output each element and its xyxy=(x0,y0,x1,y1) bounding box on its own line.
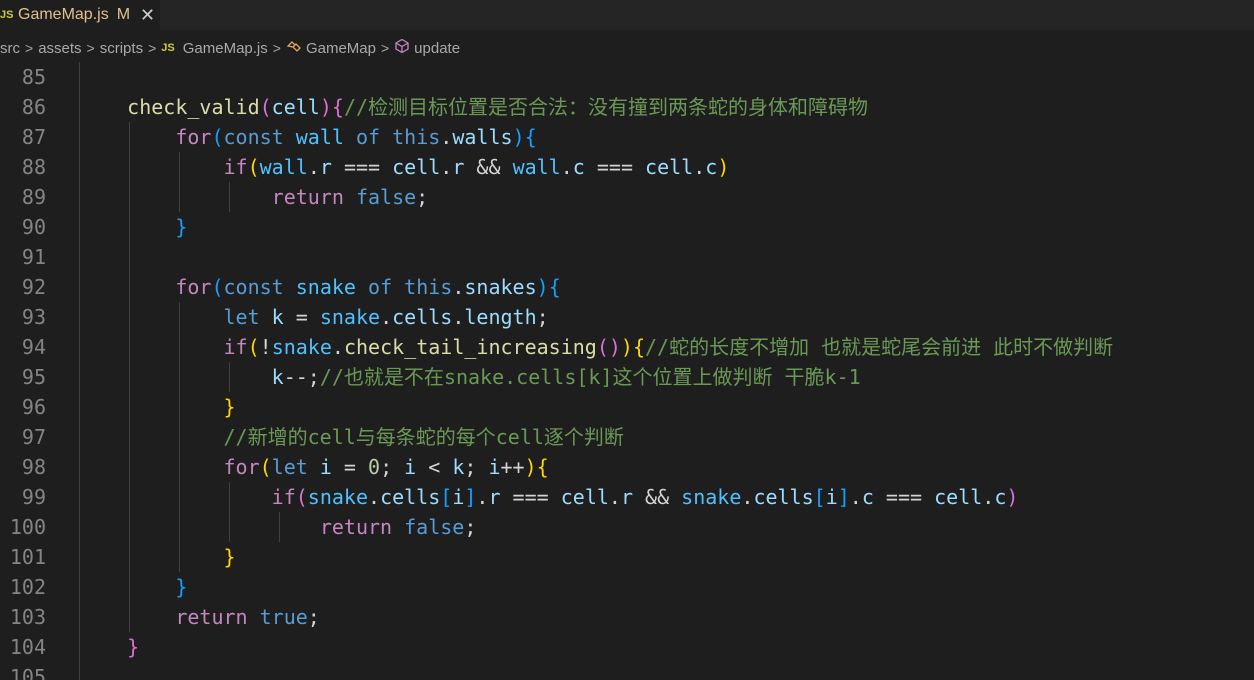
chevron-right-icon: > xyxy=(86,40,95,56)
breadcrumb-class[interactable]: GameMap xyxy=(306,40,376,57)
code-line[interactable]: 102 } xyxy=(0,572,1254,602)
code-editor[interactable]: 85 86 check_valid(cell){//检测目标位置是否合法：没有撞到… xyxy=(0,62,1254,680)
code-line[interactable]: 98 for(let i = 0; i < k; i++){ xyxy=(0,452,1254,482)
code-line[interactable]: 105 xyxy=(0,662,1254,680)
tab-bar: JS GameMap.js M ✕ xyxy=(0,0,1254,30)
code-text: check_valid(cell){//检测目标位置是否合法：没有撞到两条蛇的身… xyxy=(127,95,869,119)
tab-label: GameMap.js xyxy=(18,6,109,23)
line-number: 100 xyxy=(9,515,46,539)
method-icon xyxy=(394,38,410,58)
code-line[interactable]: 91 xyxy=(0,242,1254,272)
line-number: 85 xyxy=(21,65,46,89)
chevron-right-icon: > xyxy=(148,40,157,56)
code-line[interactable]: 93 let k = snake.cells.length; xyxy=(0,302,1254,332)
js-file-icon: JS xyxy=(161,42,175,54)
line-number: 104 xyxy=(9,635,46,659)
breadcrumb-method[interactable]: update xyxy=(414,40,460,57)
line-number: 86 xyxy=(21,95,46,119)
code-line[interactable]: 92 for(const snake of this.snakes){ xyxy=(0,272,1254,302)
code-text: } xyxy=(175,215,188,239)
close-icon[interactable]: ✕ xyxy=(140,5,155,26)
code-text: for(let i = 0; i < k; i++){ xyxy=(223,455,549,479)
breadcrumb-assets[interactable]: assets xyxy=(38,40,81,57)
code-text: } xyxy=(127,635,140,659)
line-number: 89 xyxy=(21,185,46,209)
code-text: if(wall.r === cell.r && wall.c === cell.… xyxy=(223,155,730,179)
code-line[interactable]: 101 } xyxy=(0,542,1254,572)
breadcrumb-scripts[interactable]: scripts xyxy=(100,40,143,57)
code-text: return false; xyxy=(319,515,477,539)
code-line[interactable]: 96 } xyxy=(0,392,1254,422)
tab-gamemap-js[interactable]: JS GameMap.js M ✕ xyxy=(0,0,160,30)
code-line[interactable]: 100 return false; xyxy=(0,512,1254,542)
indent-guide xyxy=(229,182,230,212)
line-number: 102 xyxy=(9,575,46,599)
code-line[interactable]: 99 if(snake.cells[i].r === cell.r && sna… xyxy=(0,482,1254,512)
line-number: 99 xyxy=(21,485,46,509)
code-text: let k = snake.cells.length; xyxy=(223,305,549,329)
line-number: 95 xyxy=(21,365,46,389)
code-text: //新增的cell与每条蛇的每个cell逐个判断 xyxy=(223,425,624,449)
line-number: 90 xyxy=(21,215,46,239)
code-text: if(snake.cells[i].r === cell.r && snake.… xyxy=(271,485,1019,509)
line-number: 94 xyxy=(21,335,46,359)
indent-guide xyxy=(229,482,230,542)
modified-indicator: M xyxy=(116,6,131,23)
code-line[interactable]: 97 //新增的cell与每条蛇的每个cell逐个判断 xyxy=(0,422,1254,452)
code-line[interactable]: 90 } xyxy=(0,212,1254,242)
line-number: 88 xyxy=(21,155,46,179)
code-line[interactable]: 94 if(!snake.check_tail_increasing()){//… xyxy=(0,332,1254,362)
chevron-right-icon: > xyxy=(272,40,281,56)
code-line[interactable]: 104 } xyxy=(0,632,1254,662)
indent-guide xyxy=(179,302,180,572)
line-number: 92 xyxy=(21,275,46,299)
code-text: return false; xyxy=(271,185,429,209)
indent-guide xyxy=(79,62,80,680)
code-text: for(const wall of this.walls){ xyxy=(175,125,537,149)
line-number: 98 xyxy=(21,455,46,479)
line-number: 103 xyxy=(9,605,46,629)
code-text: return true; xyxy=(175,605,320,629)
indent-guide xyxy=(179,152,180,212)
code-line[interactable]: 88 if(wall.r === cell.r && wall.c === ce… xyxy=(0,152,1254,182)
code-line[interactable]: 89 return false; xyxy=(0,182,1254,212)
line-number: 97 xyxy=(21,425,46,449)
indent-guide xyxy=(229,362,230,392)
chevron-right-icon: > xyxy=(380,40,390,56)
indent-guide xyxy=(279,512,280,542)
chevron-right-icon: > xyxy=(25,40,34,56)
js-file-icon: JS xyxy=(0,9,14,21)
code-line[interactable]: 85 xyxy=(0,62,1254,92)
code-line[interactable]: 86 check_valid(cell){//检测目标位置是否合法：没有撞到两条… xyxy=(0,92,1254,122)
class-icon xyxy=(286,39,302,57)
indent-guide xyxy=(129,122,130,632)
breadcrumb-file[interactable]: GameMap.js xyxy=(183,40,268,57)
breadcrumb: src > assets > scripts > JS GameMap.js >… xyxy=(0,34,460,62)
line-number: 101 xyxy=(9,545,46,569)
code-text: for(const snake of this.snakes){ xyxy=(175,275,561,299)
code-text: if(!snake.check_tail_increasing()){//蛇的长… xyxy=(223,335,1114,359)
line-number: 96 xyxy=(21,395,46,419)
line-number: 105 xyxy=(9,665,46,680)
code-text: } xyxy=(175,575,188,599)
code-text: k--;//也就是不在snake.cells[k]这个位置上做判断 干脆k-1 xyxy=(271,365,861,389)
line-number: 93 xyxy=(21,305,46,329)
line-number: 91 xyxy=(21,245,46,269)
code-text: } xyxy=(223,395,236,419)
code-text: } xyxy=(223,545,236,569)
code-line[interactable]: 95 k--;//也就是不在snake.cells[k]这个位置上做判断 干脆k… xyxy=(0,362,1254,392)
code-line[interactable]: 103 return true; xyxy=(0,602,1254,632)
line-number: 87 xyxy=(21,125,46,149)
breadcrumb-src[interactable]: src xyxy=(0,40,20,57)
code-line[interactable]: 87 for(const wall of this.walls){ xyxy=(0,122,1254,152)
